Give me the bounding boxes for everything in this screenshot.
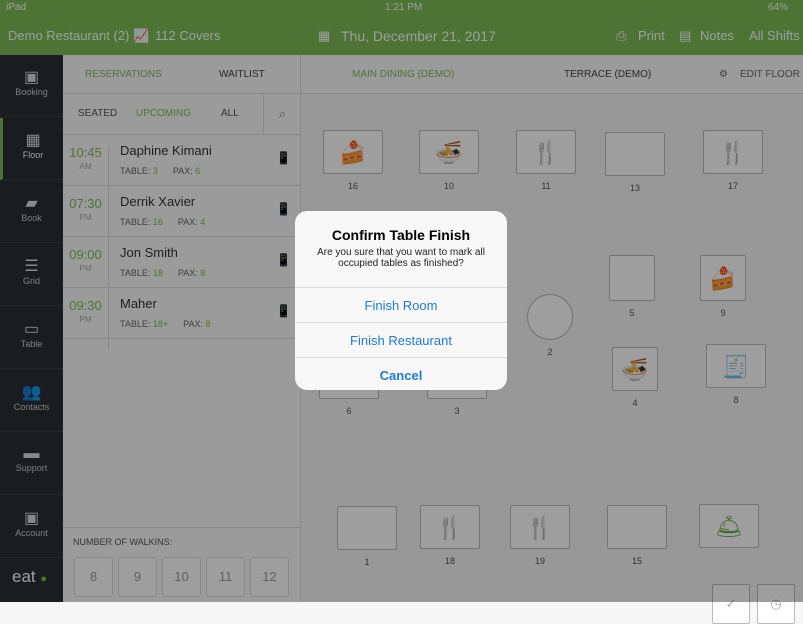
dialog-message: Are you sure that you want to mark all o… [317,247,485,269]
finish-room-button[interactable]: Finish Room [295,287,507,322]
confirm-dialog: Confirm Table Finish Are you sure that y… [295,211,507,390]
finish-restaurant-button[interactable]: Finish Restaurant [295,322,507,357]
dialog-title: Confirm Table Finish [331,227,471,243]
cancel-button[interactable]: Cancel [295,357,507,390]
